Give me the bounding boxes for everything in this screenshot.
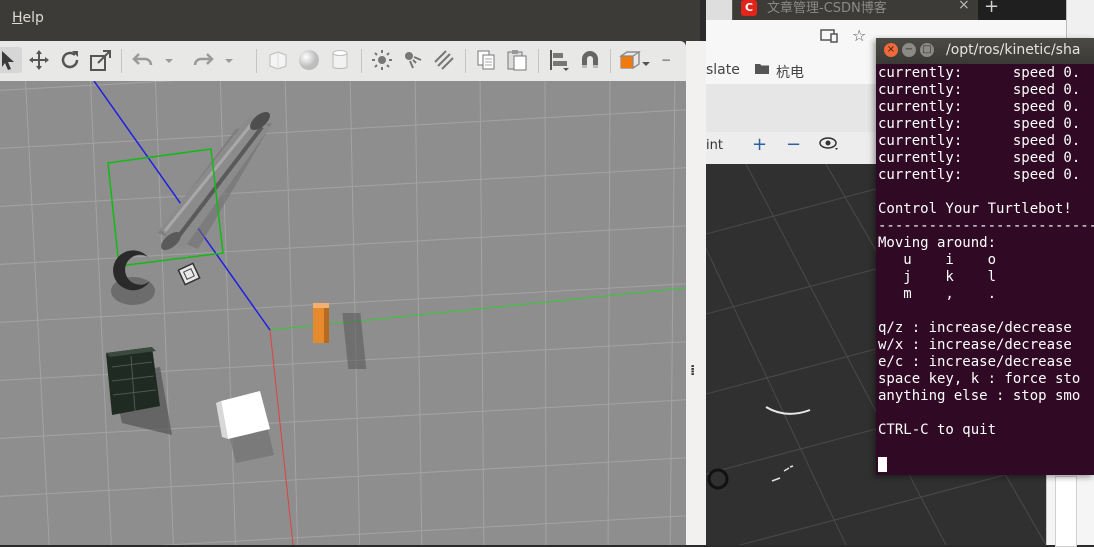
new-tab-button[interactable]: + [984, 0, 999, 17]
undo-dropdown-icon[interactable] [162, 47, 176, 73]
terminal-line: currently: speed 0. [878, 150, 1081, 166]
terminal-line: e/c : increase/decrease [878, 354, 1072, 370]
select-arrow-icon[interactable] [0, 47, 22, 73]
toolbar-overflow-icon[interactable]: − [660, 47, 672, 73]
toolbar-separator [465, 49, 466, 73]
gazebo-main-panel: − [0, 41, 686, 545]
rviz-tool-label[interactable]: int [706, 138, 723, 153]
bookmark-folder-icon [754, 62, 770, 79]
other-window-sliver [1066, 0, 1094, 38]
bookmark-folder-hdu[interactable]: 杭电 [776, 62, 804, 82]
box-shape-icon[interactable] [265, 47, 291, 73]
directional-light-icon[interactable] [431, 47, 457, 73]
terminal-line: q/z : increase/decrease [878, 320, 1072, 336]
cylinder-shape-icon[interactable] [327, 47, 353, 73]
browser-tab-previous[interactable] [706, 0, 732, 20]
gazebo-toolbar: − [0, 41, 686, 82]
menu-help-rest: elp [22, 10, 44, 26]
align-icon[interactable] [546, 47, 572, 73]
menu-help[interactable]: Help [12, 10, 44, 26]
laser-scan-points [771, 465, 794, 482]
scale-icon[interactable] [88, 47, 114, 73]
splitter-grip-icon: ⁞ [690, 363, 696, 379]
terminal-title: /opt/ros/kinetic/sha [946, 42, 1081, 58]
selected-cylinder-model [158, 112, 272, 251]
sensor-model [177, 262, 201, 286]
gazebo-3d-viewport[interactable] [0, 81, 686, 545]
terminal-line: currently: speed 0. [878, 167, 1081, 183]
zoom-in-icon[interactable]: + [752, 134, 767, 155]
orange-block-model [313, 303, 367, 369]
bookmark-item-slate[interactable]: slate [706, 62, 740, 78]
rotate-icon[interactable] [57, 47, 83, 73]
terminal-line: currently: speed 0. [878, 116, 1081, 132]
terminal-window[interactable]: × − □ /opt/ros/kinetic/sha currently: sp… [876, 38, 1094, 475]
terminal-line: --------------------------- [878, 218, 1094, 234]
toolbar-separator [361, 49, 362, 73]
toolbar-separator [256, 49, 257, 73]
terminal-line: Control Your Turtlebot! [878, 201, 1072, 217]
browser-tab-csdn[interactable]: C 文章管理-CSDN博客 × [732, 0, 978, 20]
reader-mode-icon[interactable] [820, 28, 838, 47]
paste-icon[interactable] [504, 47, 530, 73]
terminal-line: Moving around: [878, 235, 997, 251]
zoom-out-icon[interactable]: − [786, 134, 801, 155]
view-angle-dropdown-icon[interactable] [640, 47, 652, 73]
browser-tab-strip: C 文章管理-CSDN博客 × + [706, 0, 1094, 20]
terminal-line: w/x : increase/decrease [878, 337, 1072, 353]
copy-icon[interactable] [473, 47, 499, 73]
close-window-icon[interactable]: × [884, 43, 898, 57]
robot-marker-icon [707, 468, 729, 490]
point-light-icon[interactable] [369, 47, 395, 73]
terminal-line: anything else : stop smo [878, 388, 1081, 404]
terminal-cursor [878, 457, 887, 472]
terminal-line: currently: speed 0. [878, 82, 1081, 98]
toolbar-separator [121, 49, 122, 73]
spot-light-icon[interactable] [400, 47, 426, 73]
minimize-window-icon[interactable]: − [902, 43, 916, 57]
terminal-line: space key, k : force sto [878, 371, 1081, 387]
sphere-shape-icon[interactable] [296, 47, 322, 73]
white-cube-model [216, 391, 274, 463]
gazebo-scene [0, 81, 686, 545]
bookmark-star-icon[interactable]: ☆ [852, 26, 866, 45]
terminal-line: j k l [878, 269, 997, 285]
visibility-eye-icon[interactable] [818, 136, 840, 156]
rviz-side-scroll[interactable] [1055, 476, 1077, 547]
laser-scan-arc [765, 406, 811, 415]
terminal-titlebar[interactable]: × − □ /opt/ros/kinetic/sha [876, 38, 1094, 64]
terminal-line: u i o [878, 252, 997, 268]
snap-magnet-icon[interactable] [577, 47, 603, 73]
translate-arrows-icon[interactable] [26, 47, 52, 73]
gazebo-window: Help − ⁞ [0, 0, 706, 545]
redo-dropdown-icon[interactable] [222, 47, 236, 73]
undo-icon[interactable] [130, 47, 156, 73]
maximize-window-icon[interactable]: □ [920, 43, 934, 57]
y-axis-line [269, 287, 686, 331]
terminal-output[interactable]: currently: speed 0. currently: speed 0. … [878, 65, 1094, 439]
gazebo-menubar: Help [0, 0, 700, 38]
terminal-line: currently: speed 0. [878, 133, 1081, 149]
terminal-line: currently: speed 0. [878, 65, 1081, 81]
terminal-line: CTRL-C to quit [878, 422, 997, 438]
panel-splitter[interactable]: ⁞ [686, 41, 706, 545]
browser-tab-title: 文章管理-CSDN博客 [767, 1, 887, 16]
menu-help-mnemonic: H [12, 10, 23, 26]
terminal-line: m , . [878, 286, 997, 302]
redo-icon[interactable] [190, 47, 216, 73]
toolbar-separator [610, 49, 611, 73]
tab-close-icon[interactable]: × [958, 0, 970, 13]
csdn-favicon-icon: C [741, 0, 757, 16]
x-axis-line [269, 329, 294, 545]
terminal-line: currently: speed 0. [878, 99, 1081, 115]
toolbar-separator [538, 49, 539, 73]
cabinet-model [106, 347, 172, 435]
crescent-model [111, 250, 155, 305]
